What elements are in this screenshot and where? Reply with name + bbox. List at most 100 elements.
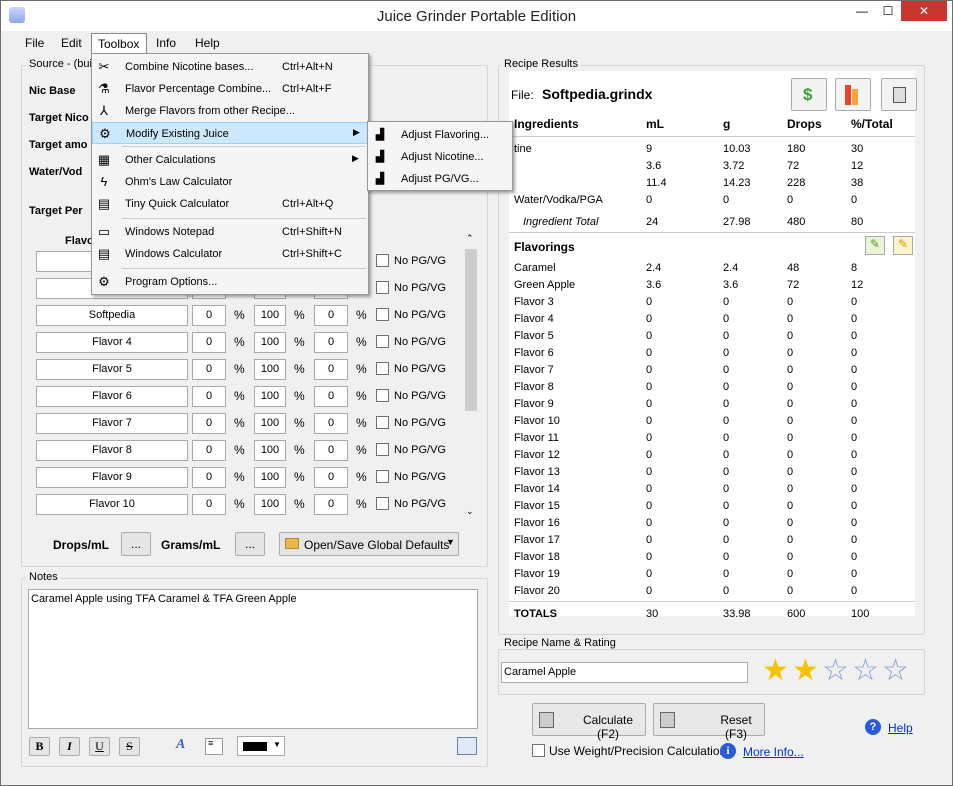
flavor-pg-field[interactable]: 0 (314, 332, 348, 353)
scroll-thumb[interactable] (465, 249, 477, 411)
flavor-percent-field[interactable]: 0 (192, 386, 226, 407)
toolbox-menu-item[interactable]: ▤ Windows Calculator Ctrl+Shift+C (92, 243, 368, 265)
menu-info[interactable]: Info (150, 33, 182, 53)
flavor-scale-field[interactable]: 100 (254, 386, 286, 407)
maximize-button[interactable]: ☐ (875, 1, 901, 21)
flavor-percent-field[interactable]: 0 (192, 413, 226, 434)
percent-sign: % (356, 497, 367, 511)
menu-file[interactable]: File (19, 33, 50, 53)
no-pgvg-checkbox[interactable] (376, 497, 389, 510)
help-link[interactable]: Help (888, 721, 913, 735)
flavor-pg-field[interactable]: 0 (314, 305, 348, 326)
no-pgvg-checkbox[interactable] (376, 389, 389, 402)
menu-edit[interactable]: Edit (55, 33, 88, 53)
toolbox-menu: ✂ Combine Nicotine bases... Ctrl+Alt+N ⚗… (91, 53, 369, 295)
toolbox-menu-item[interactable]: ⅄ Merge Flavors from other Recipe... (92, 100, 368, 122)
flavor-pg-field[interactable]: 0 (314, 386, 348, 407)
help-icon[interactable]: ? (865, 719, 881, 735)
no-pgvg-checkbox[interactable] (376, 443, 389, 456)
toolbox-menu-item[interactable]: ⚙ Modify Existing Juice ▶ (92, 122, 368, 144)
italic-button[interactable]: I (59, 737, 80, 756)
toolbox-menu-item[interactable]: ▦ Other Calculations ▶ (92, 149, 368, 171)
flavor-scale-field[interactable]: 100 (254, 305, 286, 326)
rating-star-icon[interactable]: ☆ (822, 656, 849, 686)
edit-flavor-marker-icon[interactable]: ✎ (893, 236, 913, 255)
no-pgvg-checkbox[interactable] (376, 308, 389, 321)
flavor-percent-field[interactable]: 0 (192, 359, 226, 380)
more-info-link[interactable]: More Info... (743, 745, 804, 759)
flavor-scale-field[interactable]: 100 (254, 359, 286, 380)
weight-precision-checkbox[interactable] (532, 744, 545, 757)
flavor-percent-field[interactable]: 0 (192, 305, 226, 326)
reset-button[interactable]: Reset (F3) (653, 703, 765, 741)
flavor-name-field[interactable]: Flavor 10 (36, 494, 188, 515)
font-color-picker[interactable]: ▼ (237, 736, 285, 756)
no-pgvg-checkbox[interactable] (376, 362, 389, 375)
recipe-name-input[interactable]: Caramel Apple (501, 662, 748, 683)
no-pgvg-checkbox[interactable] (376, 416, 389, 429)
flavor-pg-field[interactable]: 0 (314, 467, 348, 488)
chart-button[interactable] (835, 78, 871, 111)
flavor-name-field[interactable]: Flavor 6 (36, 386, 188, 407)
submenu-item[interactable]: ▟ Adjust Flavoring... (368, 124, 512, 146)
flavor-name-field[interactable]: Softpedia (36, 305, 188, 326)
flavor-scale-field[interactable]: 100 (254, 467, 286, 488)
toolbox-menu-item[interactable]: ⚙ Program Options... (92, 271, 368, 293)
rating-star-icon[interactable]: ★ (792, 656, 819, 686)
no-pgvg-checkbox[interactable] (376, 281, 389, 294)
font-icon[interactable]: A (176, 737, 196, 756)
flavor-name-field[interactable]: Flavor 7 (36, 413, 188, 434)
scroll-up-icon[interactable]: ⌃ (466, 233, 474, 244)
flavor-percent-field[interactable]: 0 (192, 332, 226, 353)
submenu-item[interactable]: ▟ Adjust PG/VG... (368, 168, 512, 190)
no-pgvg-checkbox[interactable] (376, 335, 389, 348)
drops-ml-button[interactable]: ... (121, 532, 151, 556)
flavor-pg-field[interactable]: 0 (314, 413, 348, 434)
flavor-percent-field[interactable]: 0 (192, 494, 226, 515)
toolbox-menu-item[interactable]: ▤ Tiny Quick Calculator Ctrl+Alt+Q (92, 193, 368, 215)
info-icon[interactable]: i (720, 743, 736, 759)
flavor-percent-field[interactable]: 0 (192, 440, 226, 461)
rating-star-icon[interactable]: ☆ (852, 656, 879, 686)
strike-button[interactable]: S (119, 737, 140, 756)
underline-button[interactable]: U (89, 737, 110, 756)
flavor-percent-field[interactable]: 0 (192, 467, 226, 488)
close-button[interactable]: ✕ (901, 1, 947, 21)
scroll-down-icon[interactable]: ⌄ (466, 506, 474, 517)
minimize-button[interactable]: — (849, 1, 875, 21)
cost-button[interactable]: $ (791, 78, 827, 111)
toolbox-menu-item[interactable]: ▭ Windows Notepad Ctrl+Shift+N (92, 221, 368, 243)
flavor-scale-field[interactable]: 100 (254, 494, 286, 515)
flavor-scale-field[interactable]: 100 (254, 413, 286, 434)
open-save-defaults-button[interactable]: Open/Save Global Defaults ▼ (279, 532, 459, 556)
list-icon[interactable]: ≡ (205, 738, 223, 755)
calculator-button[interactable] (881, 78, 917, 111)
flavor-pg-field[interactable]: 0 (314, 359, 348, 380)
menu-help[interactable]: Help (189, 33, 226, 53)
notes-textarea[interactable]: Caramel Apple using TFA Caramel & TFA Gr… (28, 589, 478, 729)
flavor-pg-field[interactable]: 0 (314, 494, 348, 515)
bold-button[interactable]: B (29, 737, 50, 756)
flavor-scale-field[interactable]: 100 (254, 332, 286, 353)
flavor-scrollbar[interactable]: ⌃ ⌄ (464, 231, 478, 521)
no-pgvg-checkbox[interactable] (376, 254, 389, 267)
toolbox-menu-item[interactable]: ϟ Ohm's Law Calculator (92, 171, 368, 193)
toolbox-menu-item[interactable]: ⚗ Flavor Percentage Combine... Ctrl+Alt+… (92, 78, 368, 100)
submenu-item[interactable]: ▟ Adjust Nicotine... (368, 146, 512, 168)
toolbox-menu-item[interactable]: ✂ Combine Nicotine bases... Ctrl+Alt+N (92, 56, 368, 78)
flavor-pg-field[interactable]: 0 (314, 440, 348, 461)
edit-flavor-pencil-icon[interactable]: ✎ (865, 236, 885, 255)
flavor-name-field[interactable]: Flavor 4 (36, 332, 188, 353)
flavor-scale-field[interactable]: 100 (254, 440, 286, 461)
no-pgvg-checkbox[interactable] (376, 470, 389, 483)
flavor-name-field[interactable]: Flavor 8 (36, 440, 188, 461)
grams-ml-button[interactable]: ... (235, 532, 265, 556)
flavor-name-field[interactable]: Flavor 5 (36, 359, 188, 380)
calculate-button[interactable]: Calculate (F2) (532, 703, 646, 741)
rating-star-icon[interactable]: ★ (762, 656, 789, 686)
menu-toolbox[interactable]: Toolbox (91, 33, 147, 54)
percent-sign: % (356, 389, 367, 403)
notes-window-icon[interactable] (457, 737, 477, 755)
rating-star-icon[interactable]: ☆ (882, 656, 909, 686)
flavor-name-field[interactable]: Flavor 9 (36, 467, 188, 488)
